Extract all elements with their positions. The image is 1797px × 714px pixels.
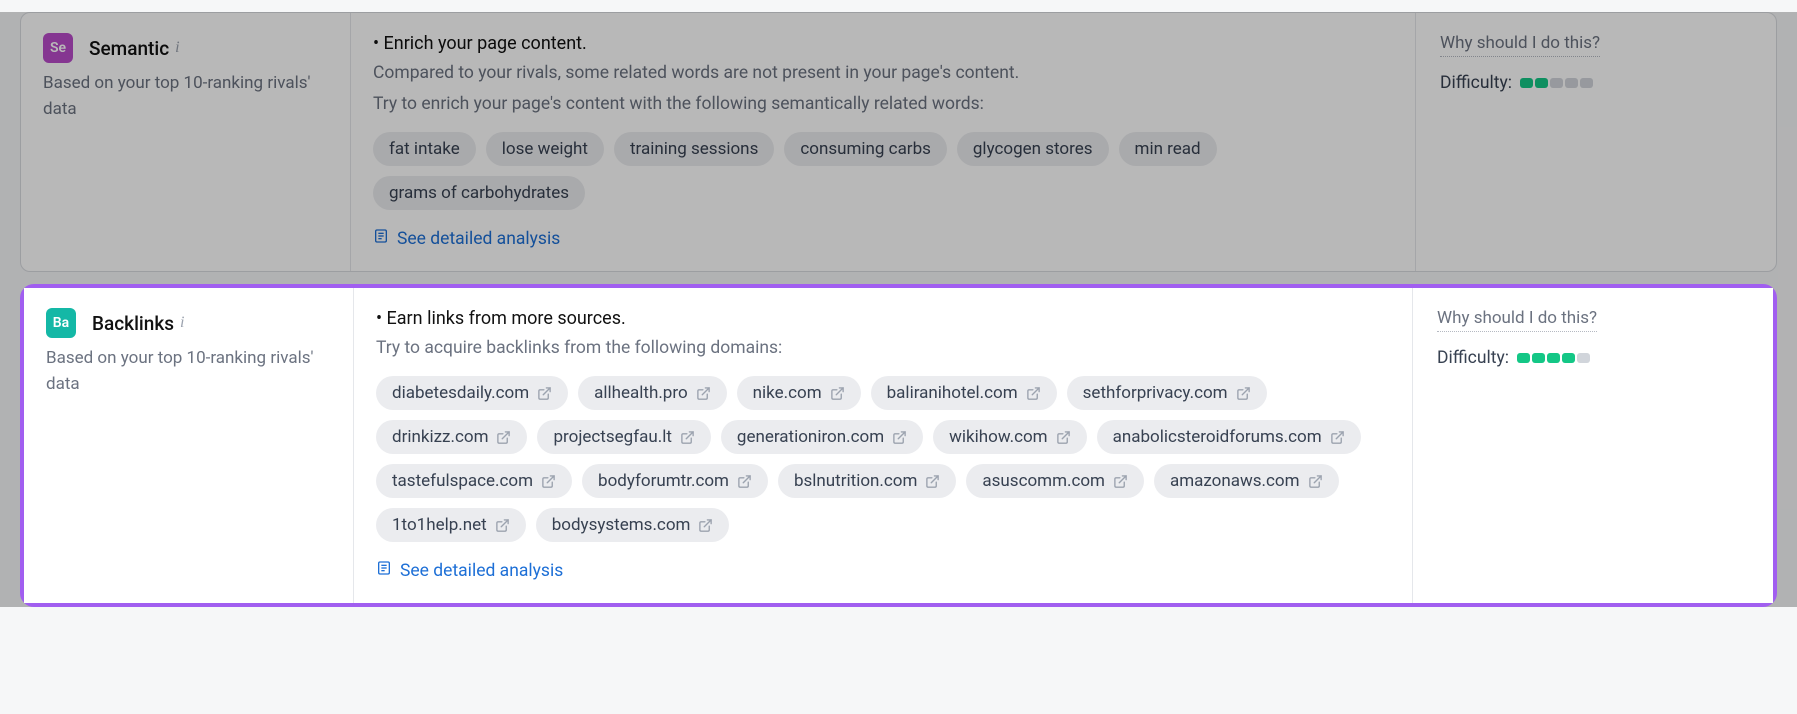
backlinks-chips: diabetesdaily.com allhealth.pro nike.com ba… [376,376,1390,542]
external-link-icon [495,518,510,533]
domain-chip-label: allhealth.pro [594,383,688,403]
domain-chip-label: bodysystems.com [552,515,691,535]
domain-chip[interactable]: diabetesdaily.com [376,376,568,410]
difficulty-segment [1562,353,1575,363]
domain-chip-label: bodyforumtr.com [598,471,729,491]
domain-chip[interactable]: projectsegfau.lt [537,420,710,454]
semantic-card: Se Semantic i Based on your top 10-ranki… [20,12,1777,272]
domain-chip-label: amazonaws.com [1170,471,1300,491]
keyword-chip[interactable]: training sessions [614,132,774,166]
backlinks-badge: Ba [46,308,76,338]
semantic-desc-2: Try to enrich your page's content with t… [373,91,1393,118]
difficulty-segment [1535,78,1548,88]
backlinks-detailed-analysis-link[interactable]: See detailed analysis [376,560,563,581]
backlinks-difficulty: Difficulty: [1437,348,1749,368]
domain-chip-label: generationiron.com [737,427,884,447]
detail-link-label: See detailed analysis [400,561,563,581]
domain-chip[interactable]: asuscomm.com [966,464,1144,498]
domain-chip-label: drinkizz.com [392,427,488,447]
external-link-icon [1113,474,1128,489]
external-link-icon [925,474,940,489]
keyword-chip[interactable]: fat intake [373,132,476,166]
semantic-detailed-analysis-link[interactable]: See detailed analysis [373,228,560,249]
difficulty-segment [1565,78,1578,88]
difficulty-segment [1550,78,1563,88]
backlinks-desc-1: Try to acquire backlinks from the follow… [376,335,1390,362]
difficulty-label: Difficulty: [1440,73,1512,93]
domain-chip[interactable]: allhealth.pro [578,376,727,410]
domain-chip[interactable]: tastefulspace.com [376,464,572,498]
backlinks-title: Backlinks [92,312,174,335]
semantic-heading: • Enrich your page content. [373,33,1393,54]
domain-chip[interactable]: bodyforumtr.com [582,464,768,498]
domain-chip-label: asuscomm.com [982,471,1105,491]
domain-chip[interactable]: baliranihotel.com [871,376,1057,410]
keyword-chip[interactable]: min read [1119,132,1217,166]
external-link-icon [1308,474,1323,489]
external-link-icon [830,386,845,401]
domain-chip-label: nike.com [753,383,822,403]
document-icon [376,560,392,581]
difficulty-segment [1517,353,1530,363]
domain-chip-label: diabetesdaily.com [392,383,529,403]
semantic-subtitle: Based on your top 10-ranking rivals' dat… [43,71,328,122]
domain-chip-label: 1to1help.net [392,515,487,535]
why-link[interactable]: Why should I do this? [1440,33,1600,57]
semantic-badge: Se [43,33,73,63]
difficulty-segment [1547,353,1560,363]
backlinks-heading: • Earn links from more sources. [376,308,1390,329]
external-link-icon [537,386,552,401]
domain-chip-label: bslnutrition.com [794,471,917,491]
semantic-difficulty: Difficulty: [1440,73,1752,93]
keyword-chip[interactable]: lose weight [486,132,604,166]
difficulty-meter [1517,353,1590,363]
domain-chip-label: wikihow.com [949,427,1047,447]
external-link-icon [696,386,711,401]
domain-chip[interactable]: wikihow.com [933,420,1086,454]
info-icon[interactable]: i [180,315,184,331]
external-link-icon [698,518,713,533]
domain-chip[interactable]: 1to1help.net [376,508,526,542]
semantic-title: Semantic [89,37,169,60]
why-link[interactable]: Why should I do this? [1437,308,1597,332]
external-link-icon [1330,430,1345,445]
external-link-icon [892,430,907,445]
difficulty-segment [1577,353,1590,363]
domain-chip[interactable]: nike.com [737,376,861,410]
semantic-chips: fat intake lose weight training sessions co… [373,132,1393,210]
domain-chip[interactable]: drinkizz.com [376,420,527,454]
domain-chip-label: projectsegfau.lt [553,427,671,447]
domain-chip[interactable]: bodysystems.com [536,508,730,542]
difficulty-segment [1532,353,1545,363]
external-link-icon [541,474,556,489]
external-link-icon [1026,386,1041,401]
external-link-icon [1056,430,1071,445]
domain-chip[interactable]: sethforprivacy.com [1067,376,1267,410]
keyword-chip[interactable]: glycogen stores [957,132,1109,166]
semantic-desc-1: Compared to your rivals, some related wo… [373,60,1393,87]
domain-chip[interactable]: amazonaws.com [1154,464,1339,498]
info-icon[interactable]: i [175,40,179,56]
difficulty-segment [1580,78,1593,88]
domain-chip[interactable]: generationiron.com [721,420,923,454]
difficulty-meter [1520,78,1593,88]
detail-link-label: See detailed analysis [397,229,560,249]
domain-chip[interactable]: bslnutrition.com [778,464,956,498]
backlinks-card: Ba Backlinks i Based on your top 10-rank… [20,284,1777,607]
backlinks-subtitle: Based on your top 10-ranking rivals' dat… [46,346,331,397]
domain-chip-label: baliranihotel.com [887,383,1018,403]
domain-chip-label: anabolicsteroidforums.com [1113,427,1322,447]
external-link-icon [1236,386,1251,401]
external-link-icon [496,430,511,445]
keyword-chip[interactable]: consuming carbs [784,132,947,166]
difficulty-segment [1520,78,1533,88]
external-link-icon [680,430,695,445]
difficulty-label: Difficulty: [1437,348,1509,368]
keyword-chip[interactable]: grams of carbohydrates [373,176,585,210]
domain-chip-label: tastefulspace.com [392,471,533,491]
document-icon [373,228,389,249]
domain-chip[interactable]: anabolicsteroidforums.com [1097,420,1361,454]
domain-chip-label: sethforprivacy.com [1083,383,1228,403]
external-link-icon [737,474,752,489]
